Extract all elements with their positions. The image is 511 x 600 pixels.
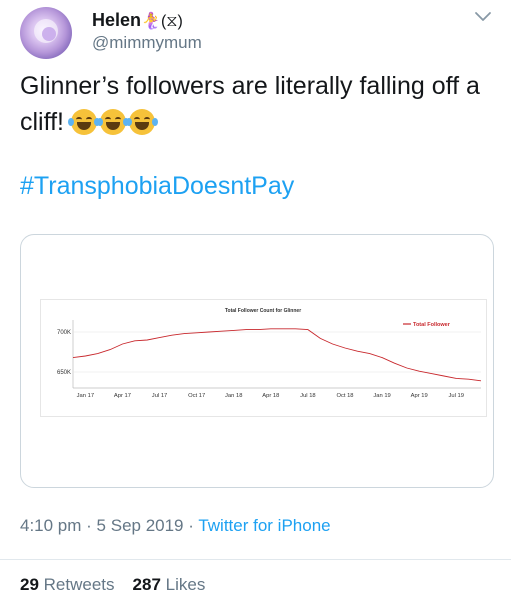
retweets-label: Retweets: [43, 575, 115, 594]
tweet-source-link[interactable]: Twitter for iPhone: [198, 516, 330, 535]
x-tick-label: Oct 17: [188, 393, 205, 399]
x-tick-label: Jan 17: [77, 393, 94, 399]
follower-chart: Total Follower Count for Glinner Total F…: [40, 299, 487, 417]
tweet-date[interactable]: 5 Sep 2019: [97, 516, 184, 535]
x-tick-label: Oct 18: [336, 393, 353, 399]
meta-separator: ·: [81, 516, 97, 535]
attached-image[interactable]: Total Follower Count for Glinner Total F…: [20, 234, 494, 488]
x-tick-label: Apr 17: [114, 393, 131, 399]
x-tick-label: Apr 19: [411, 393, 428, 399]
meta-separator: ·: [183, 516, 199, 535]
face-with-tears-of-joy-icon: [96, 109, 129, 136]
retweets-count: 29: [20, 575, 39, 594]
tweet-stats: 29 Retweets 287 Likes: [20, 575, 205, 595]
divider: [0, 559, 511, 560]
chart-title: Total Follower Count for Glinner: [225, 308, 301, 314]
legend-label: Total Follower: [413, 322, 451, 328]
chevron-down-icon[interactable]: [474, 10, 492, 24]
avatar-rose-center: [42, 27, 56, 41]
x-tick-label: Apr 18: [262, 393, 279, 399]
tweet-text: Glinner’s followers are literally fallin…: [20, 68, 495, 141]
display-name-text: Helen: [92, 10, 142, 30]
display-name-suffix: 🧜‍♀️(⧖): [141, 13, 183, 30]
laughing-emojis: [67, 105, 158, 141]
tweet-time[interactable]: 4:10 pm: [20, 516, 81, 535]
retweets-stat[interactable]: 29 Retweets: [20, 575, 115, 594]
face-with-tears-of-joy-icon: [67, 109, 100, 136]
likes-stat[interactable]: 287 Likes: [133, 575, 206, 594]
x-tick-label: Jan 19: [373, 393, 390, 399]
likes-label: Likes: [165, 575, 206, 594]
series-line-total-follower: [72, 328, 482, 382]
x-tick-label: Jul 18: [300, 393, 315, 399]
face-with-tears-of-joy-icon: [125, 109, 158, 136]
likes-count: 287: [132, 575, 161, 594]
user-handle[interactable]: @mimmymum: [92, 33, 202, 53]
tweet-meta: 4:10 pm · 5 Sep 2019 · Twitter for iPhon…: [20, 516, 331, 536]
chart-canvas: Total Follower Count for Glinner Total F…: [57, 308, 482, 399]
tweet-header: Helen🧜‍♀️(⧖) @mimmymum: [0, 0, 511, 62]
display-name[interactable]: Helen🧜‍♀️(⧖): [92, 10, 183, 31]
y-tick-label: 650K: [57, 370, 71, 376]
hashtag-link[interactable]: #TransphobiaDoesntPay: [20, 172, 294, 201]
x-tick-label: Jul 17: [152, 393, 167, 399]
y-tick-label: 700K: [57, 330, 71, 336]
avatar[interactable]: [20, 7, 72, 59]
x-tick-label: Jan 18: [225, 393, 242, 399]
x-tick-label: Jul 19: [449, 393, 464, 399]
